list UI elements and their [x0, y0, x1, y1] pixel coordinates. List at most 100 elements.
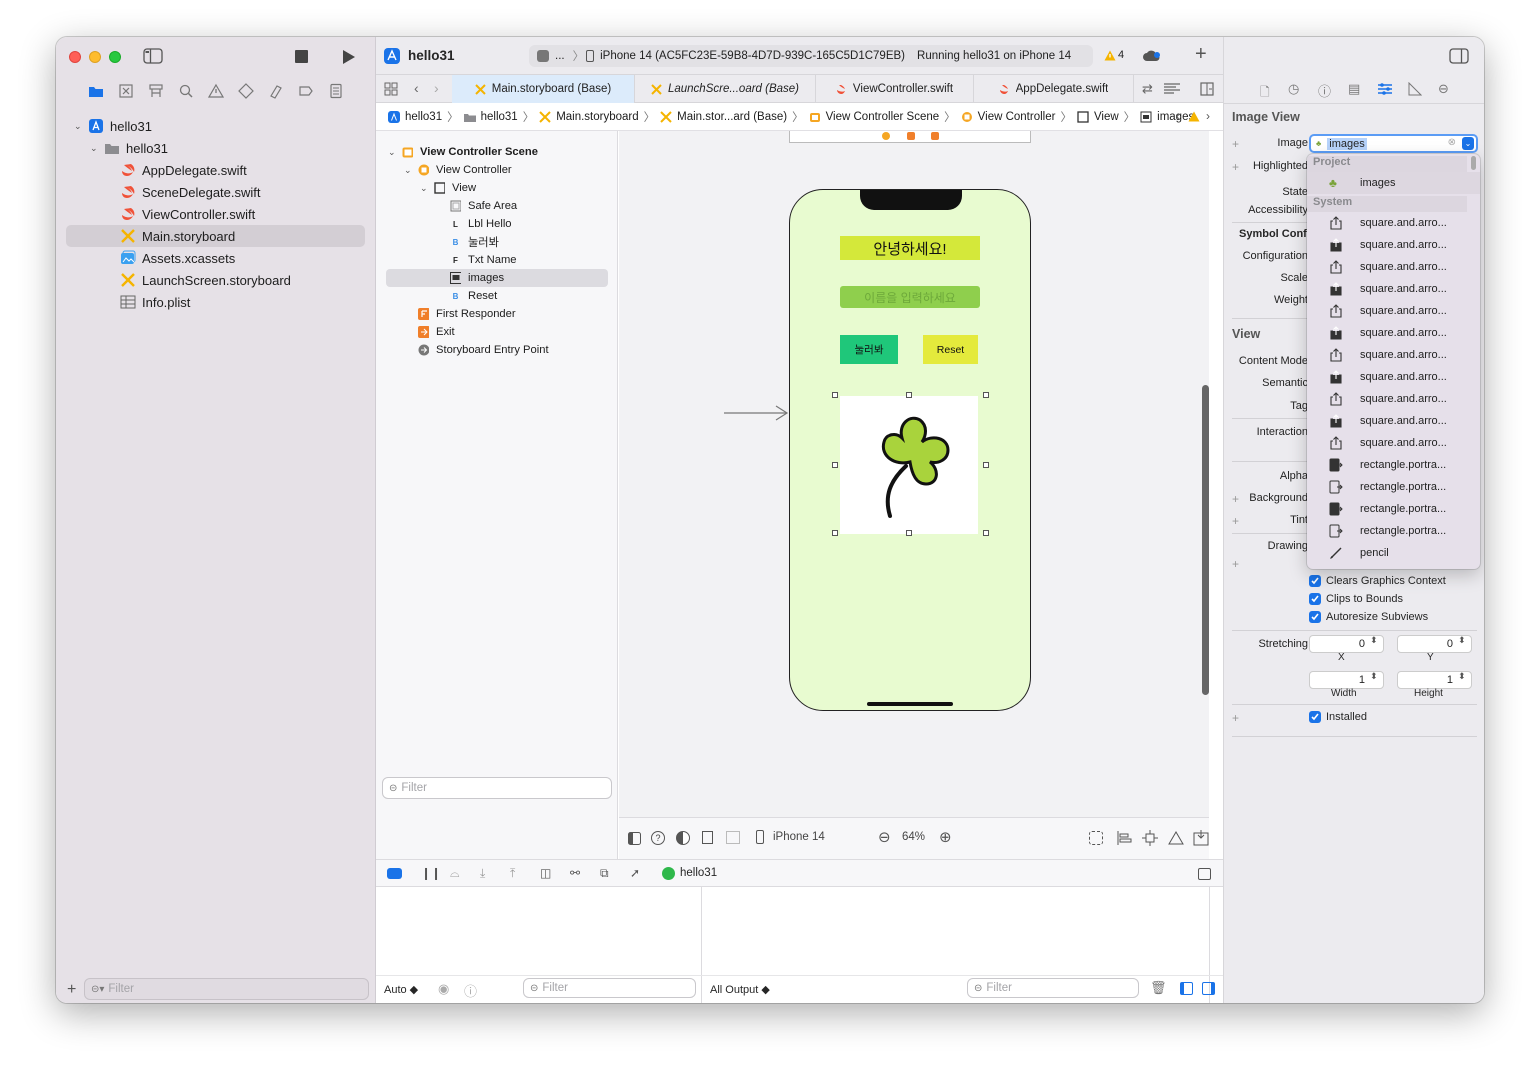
orientation-icon[interactable] — [702, 831, 713, 844]
identity-inspector-icon[interactable]: ▤ — [1348, 81, 1360, 97]
disclosure-icon[interactable]: ⌄ — [74, 121, 88, 132]
close-window-button[interactable] — [69, 51, 81, 63]
autoresize-checkbox[interactable]: Autoresize Subviews — [1309, 611, 1428, 623]
device-icon[interactable] — [756, 830, 764, 844]
add-variation-icon[interactable]: + — [1232, 492, 1239, 506]
minimize-window-button[interactable] — [89, 51, 101, 63]
warnings-badge[interactable]: 4 — [1104, 49, 1124, 61]
cloud-icon[interactable] — [1142, 49, 1162, 63]
resize-handle[interactable] — [832, 392, 838, 398]
layout-icon[interactable] — [726, 831, 740, 844]
tab-2[interactable]: ViewController.swift — [816, 75, 974, 103]
add-variation-icon[interactable]: + — [1232, 557, 1239, 571]
symbol-navigator-icon[interactable] — [148, 83, 164, 99]
report-icon[interactable] — [328, 83, 344, 99]
scene-dock[interactable] — [789, 131, 1031, 143]
dropdown-item-system[interactable]: square.and.arro... — [1307, 344, 1480, 366]
outline-item--[interactable]: B 눌러봐 — [386, 233, 608, 251]
vc-dock-icon[interactable] — [882, 132, 890, 140]
vertical-scrollbar[interactable] — [1202, 385, 1209, 695]
console-output-select[interactable]: All Output ◆ — [710, 983, 770, 996]
pause-icon[interactable]: ❙❙ — [421, 866, 441, 880]
outline-toggle-icon[interactable] — [628, 832, 641, 845]
stepper-icon[interactable]: ⬍ — [1458, 635, 1466, 646]
image-picker-dropdown[interactable]: Project ♣ images System square.and.arro... sq… — [1307, 154, 1480, 569]
inspector-toggle-icon[interactable] — [1449, 48, 1469, 64]
zoom-window-button[interactable] — [109, 51, 121, 63]
back-icon[interactable]: ‹ — [414, 80, 419, 96]
show-console-icon[interactable] — [1202, 982, 1215, 995]
nav-item-hello31[interactable]: ⌄ hello31 — [66, 137, 365, 159]
reset-button[interactable]: Reset — [923, 335, 978, 364]
memory-graph-icon[interactable]: ⚯ — [570, 866, 580, 880]
images-image-view[interactable] — [832, 392, 989, 536]
issue-next-icon[interactable]: › — [1206, 109, 1210, 123]
editor-options-icon[interactable] — [1164, 83, 1180, 95]
run-icon[interactable] — [342, 49, 356, 65]
test-icon[interactable] — [238, 83, 254, 99]
breadcrumb-item[interactable]: hello31 〉 — [388, 109, 464, 125]
resize-handle[interactable] — [832, 462, 838, 468]
forward-icon[interactable]: › — [434, 80, 439, 96]
dropdown-item-system[interactable]: rectangle.portra... — [1307, 476, 1480, 498]
nav-item-hello31[interactable]: ⌄ hello31 — [66, 115, 365, 137]
resize-handle[interactable] — [832, 530, 838, 536]
nav-item-launchscreen-storyboard[interactable]: LaunchScreen.storyboard — [66, 269, 365, 291]
press-button[interactable]: 눌러봐 — [840, 335, 898, 364]
add-variation-icon[interactable]: + — [1232, 160, 1239, 174]
issue-icon[interactable] — [208, 83, 224, 99]
issue-warning-icon[interactable] — [1188, 111, 1200, 122]
outline-item-storyboard-entry-point[interactable]: Storyboard Entry Point — [386, 341, 608, 359]
attributes-inspector-icon[interactable] — [1378, 82, 1392, 96]
split-editor-icon[interactable] — [1200, 82, 1214, 96]
outline-item-images[interactable]: images — [386, 269, 608, 287]
view-hierarchy-icon[interactable]: ◫ — [540, 866, 551, 880]
eye-icon[interactable]: ◉ — [438, 981, 449, 997]
align-icon[interactable] — [1116, 830, 1132, 846]
zoom-in-icon[interactable]: ⊕ — [939, 828, 952, 846]
dropdown-item-system[interactable]: rectangle.portra... — [1307, 454, 1480, 476]
add-variation-icon[interactable]: + — [1232, 137, 1239, 151]
interface-builder-canvas[interactable]: 안녕하세요! 이름을 입력하세요 눌러봐 Reset — [619, 131, 1209, 824]
variables-filter-field[interactable]: ⊝ Filter — [523, 978, 696, 998]
disclosure-icon[interactable]: ⌄ — [420, 183, 434, 194]
size-inspector-icon[interactable] — [1408, 82, 1422, 96]
dropdown-item-system[interactable]: square.and.arro... — [1307, 212, 1480, 234]
activity-view[interactable]: ... 〉 iPhone 14 (AC5FC23E-59B8-4D7D-939C… — [529, 45, 1093, 67]
dropdown-item-images[interactable]: ♣ images — [1307, 172, 1480, 194]
disclosure-icon[interactable]: ⌄ — [404, 165, 418, 176]
simulate-location-icon[interactable]: ➚ — [630, 866, 640, 880]
file-inspector-icon[interactable]: 🗋 — [1260, 83, 1270, 104]
embed-in-icon[interactable] — [1193, 830, 1209, 846]
add-variation-icon[interactable]: + — [1232, 514, 1239, 528]
navigator-filter-field[interactable]: ⊝▾ Filter — [84, 978, 369, 1000]
dropdown-item-system[interactable]: rectangle.portra... — [1307, 498, 1480, 520]
stepper-icon[interactable]: ⬍ — [1370, 635, 1378, 646]
dropdown-item-system[interactable]: square.and.arro... — [1307, 410, 1480, 432]
variation-icon[interactable]: ? — [651, 831, 665, 845]
dropdown-item-system[interactable]: square.and.arro... — [1307, 432, 1480, 454]
dropdown-item-system[interactable]: square.and.arro... — [1307, 278, 1480, 300]
outline-item-txt-name[interactable]: F Txt Name — [386, 251, 608, 269]
dropdown-item-system[interactable]: square.and.arro... — [1307, 366, 1480, 388]
sidebar-toggle-icon[interactable] — [143, 48, 163, 64]
show-variables-icon[interactable] — [1180, 982, 1193, 995]
nav-item-appdelegate-swift[interactable]: AppDelegate.swift — [66, 159, 365, 181]
chevron-down-icon[interactable]: ⌄ — [1462, 137, 1474, 150]
resize-handle[interactable] — [983, 530, 989, 536]
breadcrumb-item[interactable]: hello31 〉 — [463, 109, 540, 125]
breakpoint-icon[interactable] — [298, 83, 314, 99]
step-into-icon[interactable]: ⤓ — [480, 866, 485, 881]
breakpoints-toggle-icon[interactable] — [387, 868, 402, 879]
dropdown-item-system[interactable]: pencil — [1307, 542, 1480, 564]
breadcrumb-item[interactable]: Main.stor...ard (Base) 〉 — [660, 109, 808, 125]
issue-prev-icon[interactable]: ‹ — [1176, 109, 1180, 123]
variables-scope-select[interactable]: Auto ◆ — [384, 983, 418, 996]
nav-item-scenedelegate-swift[interactable]: SceneDelegate.swift — [66, 181, 365, 203]
find-icon[interactable] — [178, 83, 194, 99]
breadcrumb-item[interactable]: View Controller Scene 〉 — [809, 109, 961, 125]
resize-handle[interactable] — [983, 462, 989, 468]
entry-point-arrow[interactable] — [724, 405, 790, 421]
clips-bounds-checkbox[interactable]: Clips to Bounds — [1309, 593, 1403, 605]
nav-item-viewcontroller-swift[interactable]: ViewController.swift — [66, 203, 365, 225]
